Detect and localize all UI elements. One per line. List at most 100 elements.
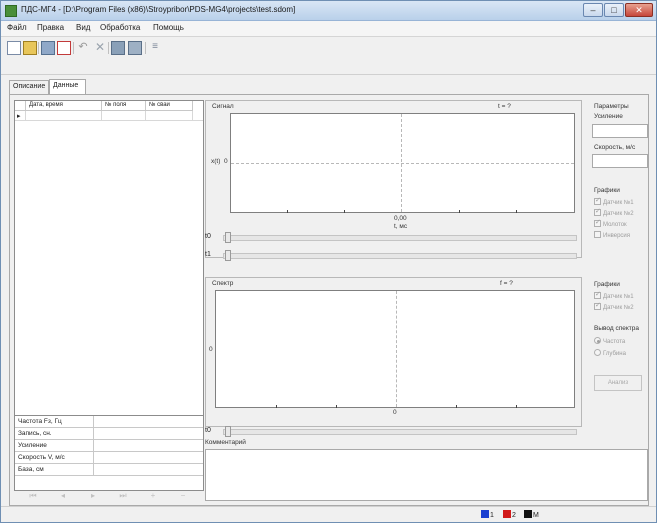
checkbox-box (594, 290, 601, 299)
spectrum-plot[interactable] (215, 290, 575, 408)
menu-edit[interactable]: Правка (37, 23, 64, 32)
checkbox-label: Молоток (603, 222, 627, 228)
spectrum-frequency-radio[interactable]: Частота (594, 337, 625, 345)
status-bar: 1 2 M (1, 506, 656, 522)
table-cell (15, 111, 26, 121)
signal-y-label: x(t) (211, 158, 221, 165)
x-tick (516, 405, 517, 408)
nav-next-icon[interactable]: ▸ (86, 491, 100, 501)
signal-plot[interactable] (230, 113, 575, 213)
new-file-icon[interactable] (7, 41, 21, 55)
legend-sensor1: 1 (481, 510, 494, 519)
graph-inversion-checkbox[interactable]: Инверсия (594, 231, 630, 239)
legend-label: 1 (490, 512, 494, 519)
checkbox-label: Датчик №1 (603, 294, 634, 300)
table-header-field[interactable]: № поля (102, 101, 146, 111)
nav-delete-icon[interactable]: − (176, 491, 190, 501)
spectrum-slider[interactable]: t0 (205, 426, 582, 437)
spectrum-sensor1-checkbox[interactable]: Датчик №1 (594, 290, 634, 300)
properties-table: Частота Fз, Гц Запись, сн. Усиление Скор… (14, 415, 204, 491)
print-icon[interactable] (41, 41, 55, 55)
comment-textarea[interactable] (205, 449, 648, 501)
list-icon[interactable]: ≡ (148, 41, 162, 55)
checkbox-box (594, 207, 601, 216)
property-label: Запись, сн. (18, 430, 52, 437)
spectrum-panel: Спектр f = ? 0 0 (205, 277, 582, 427)
open-folder-icon[interactable] (23, 41, 37, 55)
t0-slider[interactable]: t0 (205, 232, 582, 243)
close-button[interactable]: ✕ (625, 3, 653, 17)
print-preview-icon[interactable] (57, 41, 71, 55)
property-row: База, см (15, 464, 203, 476)
table-cell[interactable] (26, 111, 102, 121)
slider-track[interactable] (223, 235, 577, 241)
spectrum-depth-radio[interactable]: Глубина (594, 349, 626, 357)
slider-thumb[interactable] (225, 250, 231, 261)
record-navigator: ⏮ ◂ ▸ ⏭ + − (14, 491, 204, 503)
nav-prev-icon[interactable]: ◂ (56, 491, 70, 501)
nav-first-icon[interactable]: ⏮ (26, 491, 40, 501)
x-tick (456, 405, 457, 408)
slider-thumb[interactable] (225, 426, 231, 437)
x-tick (516, 210, 517, 213)
toolbar-separator (73, 42, 74, 54)
graph-sensor1-checkbox[interactable]: Датчик №1 (594, 196, 634, 206)
graphs-title: Графики (594, 187, 620, 194)
paste-icon[interactable] (128, 41, 142, 55)
menu-help[interactable]: Помощь (153, 23, 184, 32)
property-value[interactable] (93, 440, 203, 452)
property-value[interactable] (93, 428, 203, 440)
spectrum-center-line (396, 291, 397, 407)
spectrum-sensor2-checkbox[interactable]: Датчик №2 (594, 301, 634, 311)
t1-label: t1 (205, 251, 211, 258)
slider-thumb[interactable] (225, 232, 231, 243)
signal-zero-line (231, 163, 574, 164)
graph-hammer-checkbox[interactable]: Молоток (594, 218, 627, 228)
gain-label: Усиление (594, 113, 623, 120)
graph-sensor2-checkbox[interactable]: Датчик №2 (594, 207, 634, 217)
nav-last-icon[interactable]: ⏭ (116, 491, 130, 501)
property-value[interactable] (93, 452, 203, 464)
toolbar-separator (108, 42, 109, 54)
property-value[interactable] (93, 416, 203, 428)
gain-input[interactable] (592, 124, 648, 138)
parameters-title: Параметры (594, 103, 629, 110)
property-label: Скорость V, м/с (18, 454, 65, 461)
menu-view[interactable]: Вид (76, 23, 90, 32)
property-value[interactable] (93, 464, 203, 476)
slider-track[interactable] (223, 429, 577, 435)
toolbar-separator (38, 42, 39, 54)
speed-input[interactable] (592, 154, 648, 168)
slider-track[interactable] (223, 253, 577, 259)
tab-description[interactable]: Описание (9, 80, 49, 94)
analyze-button[interactable]: Анализ (594, 375, 642, 391)
table-cell[interactable] (146, 111, 193, 121)
checkbox-box (594, 218, 601, 227)
table-header-pile[interactable]: № сваи (146, 101, 193, 111)
x-tick (344, 210, 345, 213)
undo-icon[interactable]: ↶ (76, 41, 90, 55)
checkbox-label: Датчик №1 (603, 200, 634, 206)
copy-icon[interactable] (111, 41, 125, 55)
menu-process[interactable]: Обработка (100, 23, 140, 32)
property-row: Частота Fз, Гц (15, 416, 203, 428)
signal-title: Сигнал (212, 103, 234, 110)
nav-add-icon[interactable]: + (146, 491, 160, 501)
table-cell[interactable] (102, 111, 146, 121)
x-tick (459, 210, 460, 213)
title-bar: ПДС-МГ4 - [D:\Program Files (x86)\Stroyp… (1, 1, 656, 21)
delete-icon[interactable]: ✕ (93, 41, 107, 55)
property-label: Усиление (18, 442, 47, 449)
records-table[interactable]: Дата, время № поля № сваи ▸ (14, 100, 204, 420)
radio-label: Глубина (603, 351, 626, 357)
checkbox-label: Датчик №2 (603, 211, 634, 217)
maximize-button[interactable]: □ (604, 3, 624, 17)
table-row[interactable]: ▸ (15, 111, 203, 121)
menu-file[interactable]: Файл (7, 23, 27, 32)
minimize-button[interactable]: – (583, 3, 603, 17)
table-header-datetime[interactable]: Дата, время (26, 101, 102, 111)
signal-x-unit: t, мс (394, 223, 408, 230)
t1-slider[interactable]: t1 (205, 250, 582, 261)
tab-data[interactable]: Данные (49, 79, 86, 94)
radio-label: Частота (603, 339, 626, 345)
